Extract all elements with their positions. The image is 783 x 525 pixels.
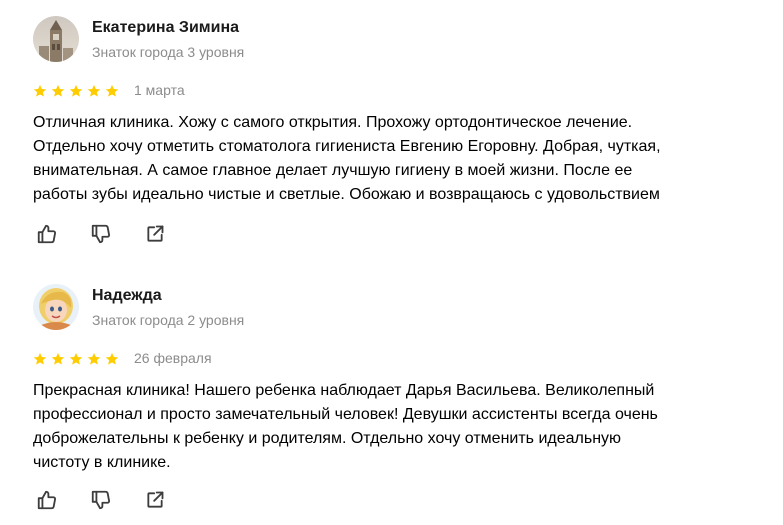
share-icon	[147, 225, 164, 242]
star-icon	[33, 84, 47, 97]
thumbs-up-icon	[37, 490, 57, 510]
share-button[interactable]	[143, 222, 167, 246]
review-actions	[35, 222, 167, 246]
star-icon	[51, 352, 65, 365]
review-date: 26 февраля	[134, 350, 212, 366]
star-icon	[87, 84, 101, 97]
star-icon	[105, 352, 119, 365]
like-button[interactable]	[35, 222, 59, 246]
review-text-line: доброжелательны к ребенку и родителям. О…	[33, 430, 622, 447]
thumbs-down-icon	[91, 490, 111, 510]
review-text: Отличная клиника. Хожу с самого открытия…	[33, 111, 773, 207]
star-icon	[105, 84, 119, 97]
author-level: Знаток города 3 уровня	[92, 44, 245, 60]
review-text-line: чистоту в клинике.	[33, 454, 171, 471]
review-text-line: профессионал и просто замечательный чело…	[33, 406, 658, 423]
star-icon	[51, 84, 65, 97]
review-actions	[35, 488, 167, 512]
star-icon	[87, 352, 101, 365]
review-text: Прекрасная клиника! Нашего ребенка наблю…	[33, 379, 773, 475]
thumbs-up-icon	[37, 224, 57, 244]
review-text-line: Отличная клиника. Хожу с самого открытия…	[33, 114, 633, 131]
author-name[interactable]: Екатерина Зимина	[92, 19, 239, 37]
rating-stars	[33, 352, 119, 366]
share-button[interactable]	[143, 488, 167, 512]
dislike-button[interactable]	[89, 488, 113, 512]
review-text-line: Отдельно хочу отметить стоматолога гигие…	[33, 138, 661, 155]
thumbs-down-icon	[91, 224, 111, 244]
review-date: 1 марта	[134, 82, 185, 98]
like-button[interactable]	[35, 488, 59, 512]
reviews-list: Екатерина Зимина Знаток города 3 уровня …	[0, 0, 783, 525]
review-text-line: Прекрасная клиника! Нашего ребенка наблю…	[33, 382, 655, 399]
star-icon	[69, 84, 83, 97]
cartoon-girl-avatar[interactable]	[33, 284, 79, 330]
rating-stars	[33, 84, 119, 98]
dislike-button[interactable]	[89, 222, 113, 246]
review-text-line: внимательная. А самое главное делает луч…	[33, 162, 633, 179]
star-icon	[69, 352, 83, 365]
star-icon	[33, 352, 47, 365]
review-text-line: работы зубы идеально чистые и светлые. О…	[33, 186, 660, 203]
share-icon	[147, 491, 164, 508]
tower-photo-avatar[interactable]	[33, 16, 79, 62]
author-name[interactable]: Надежда	[92, 287, 162, 305]
author-level: Знаток города 2 уровня	[92, 312, 245, 328]
